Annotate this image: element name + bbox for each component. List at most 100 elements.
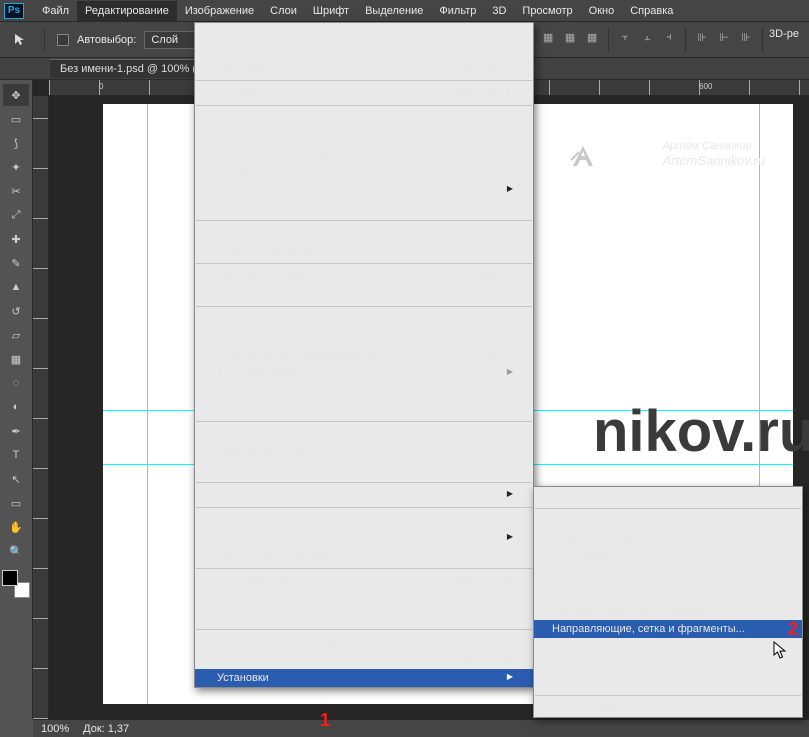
menu-item[interactable]: Прозрачность и цветовой охват... xyxy=(534,584,802,602)
submenu-arrow-icon: ▶ xyxy=(507,532,513,544)
zoom-level[interactable]: 100% xyxy=(41,723,69,735)
brush-tool[interactable]: ✎ xyxy=(3,252,29,274)
align-icon[interactable]: ⫟ xyxy=(615,28,635,48)
menu-item[interactable]: Настройка цветов...Shift+Ctrl+K xyxy=(195,572,533,590)
menu-item-label: Шаг назад xyxy=(217,62,270,74)
menu-item-label: Интерфейс... xyxy=(552,515,619,527)
crop-tool[interactable]: ✂ xyxy=(3,180,29,202)
menu-edit[interactable]: Редактирование xyxy=(77,1,177,21)
document-tab[interactable]: Без имени-1.psd @ 100% (R xyxy=(50,59,214,78)
menu-item-label: Настройка цветов... xyxy=(217,575,318,587)
menu-image[interactable]: Изображение xyxy=(177,1,262,21)
menu-window[interactable]: Окно xyxy=(581,1,623,21)
menu-item[interactable]: Установки▶ xyxy=(195,669,533,687)
submenu-arrow-icon: ▶ xyxy=(507,367,513,379)
align-icon[interactable]: ⫠ xyxy=(637,28,657,48)
path-tool[interactable]: ↖ xyxy=(3,468,29,490)
menu-item: Автоналожение слоев... xyxy=(195,400,533,418)
move-tool[interactable]: ✥ xyxy=(3,84,29,106)
menu-3d[interactable]: 3D xyxy=(484,1,514,21)
menu-item-label: Трансформирование xyxy=(217,367,324,379)
menu-item[interactable]: Удалить из памяти▶ xyxy=(195,486,533,504)
hand-tool[interactable]: ✋ xyxy=(3,516,29,538)
gradient-tool[interactable]: ▦ xyxy=(3,348,29,370)
menu-item-label: Проверка орфографии... xyxy=(217,227,343,239)
menu-item[interactable]: Повторить: Удалить направляющиеCtrl+Z xyxy=(195,23,533,41)
autoselect-dropdown[interactable]: Слой xyxy=(144,31,195,49)
align-icon[interactable]: ⫞ xyxy=(659,28,679,48)
menu-item[interactable]: Клавиатурные сокращения...Alt+Shift+Ctrl… xyxy=(195,633,533,651)
dodge-tool[interactable]: ◐ xyxy=(3,396,29,418)
menu-item-label: Выполнить обводку... xyxy=(217,288,325,300)
menu-item-shortcut: Shift+Ctrl+C xyxy=(453,148,513,160)
menu-item[interactable]: Наборы▶ xyxy=(195,529,533,547)
type-tool[interactable]: T xyxy=(3,444,29,466)
menu-item-label: Повторить: Удалить направляющие xyxy=(217,26,400,38)
menu-item-label: 3D... xyxy=(552,677,575,689)
menu-file[interactable]: Файл xyxy=(34,1,77,21)
ruler-vertical[interactable] xyxy=(33,96,49,719)
align-icon[interactable]: ⊪ xyxy=(736,28,756,48)
menu-item[interactable]: Выполнить заливку...Shift+F5 xyxy=(195,267,533,285)
menu-item: Трансформирование ▶ xyxy=(195,364,533,382)
marquee-tool[interactable]: ▭ xyxy=(3,108,29,130)
menu-item[interactable]: Меню...Alt+Shift+Ctrl+M xyxy=(195,651,533,669)
align-icon[interactable]: ⊩ xyxy=(714,28,734,48)
eyedropper-tool[interactable]: ⤢ xyxy=(3,204,29,226)
menu-help[interactable]: Справка xyxy=(622,1,681,21)
menu-type[interactable]: Шрифт xyxy=(305,1,357,21)
menu-item-shortcut: Ctrl+X xyxy=(482,112,513,124)
menu-item: Очистить xyxy=(195,199,533,217)
menu-item[interactable]: Интерфейс... xyxy=(534,512,802,530)
menu-filter[interactable]: Фильтр xyxy=(431,1,484,21)
menu-item-shortcut: Shift+Ctrl+Z xyxy=(454,44,513,56)
menu-item[interactable]: Наборы параметров Adobe PDF... xyxy=(195,511,533,529)
menu-item[interactable]: Шаг назадAlt+Ctrl+Z xyxy=(195,59,533,77)
align-icon[interactable]: ▦ xyxy=(560,28,580,48)
preferences-submenu: Основные...Ctrl+K Интерфейс... Обработка ф… xyxy=(533,486,803,718)
menu-select[interactable]: Выделение xyxy=(357,1,431,21)
menu-view[interactable]: Просмотр xyxy=(514,1,580,21)
pen-tool[interactable]: ✒ xyxy=(3,420,29,442)
menu-item[interactable]: Шаг впередShift+Ctrl+Z xyxy=(195,41,533,59)
menu-item[interactable]: Специальная вставка▶ xyxy=(195,181,533,199)
history-brush-tool[interactable]: ↺ xyxy=(3,300,29,322)
healing-tool[interactable]: ✚ xyxy=(3,228,29,250)
menu-item[interactable]: Производительность... xyxy=(534,548,802,566)
shape-tool[interactable]: ▭ xyxy=(3,492,29,514)
menu-item: Выполнить обводку... xyxy=(195,285,533,303)
menu-item[interactable]: Внешние модули... xyxy=(534,638,802,656)
watermark-line2: ArtemSannikov.ru xyxy=(663,153,765,169)
color-swatches[interactable] xyxy=(2,570,30,598)
menu-item[interactable]: Преобразовать в профиль... xyxy=(195,608,533,626)
menu-item[interactable]: Единицы измерения и линейки... xyxy=(534,602,802,620)
menu-item-label: Скопировать совмещенные данные xyxy=(217,148,400,160)
wand-tool[interactable]: ✦ xyxy=(3,156,29,178)
menu-item[interactable]: Назначить профиль... xyxy=(195,590,533,608)
menu-item[interactable]: Обработка файлов... xyxy=(534,530,802,548)
align-icon[interactable]: ▦ xyxy=(582,28,602,48)
guide-vertical[interactable] xyxy=(147,104,148,704)
blur-tool[interactable]: ◌ xyxy=(3,372,29,394)
menu-item[interactable]: Camera Raw... xyxy=(534,699,802,717)
menu-item: Скопировать совмещенные данные Shift+Ctrl… xyxy=(195,145,533,163)
tools-panel: ✥ ▭ ⟆ ✦ ✂ ⤢ ✚ ✎ ▲ ↺ ▱ ▦ ◌ ◐ ✒ T ↖ ▭ ✋ 🔍 xyxy=(0,80,33,719)
menu-item[interactable]: Основные...Ctrl+K xyxy=(534,487,802,505)
menu-item[interactable]: Удаленные соединения... xyxy=(195,547,533,565)
menu-item[interactable]: Курсоры... xyxy=(534,566,802,584)
align-icon[interactable]: ▦ xyxy=(538,28,558,48)
menu-item-label: Масштаб с учетом содержимого xyxy=(217,313,382,325)
menu-item[interactable]: 3D... xyxy=(534,674,802,692)
menu-item[interactable]: Направляющие, сетка и фрагменты... xyxy=(534,620,802,638)
menu-item-shortcut: Ctrl+V xyxy=(482,166,513,178)
zoom-tool[interactable]: 🔍 xyxy=(3,540,29,562)
menu-item[interactable]: ВставитьCtrl+V xyxy=(195,163,533,181)
stamp-tool[interactable]: ▲ xyxy=(3,276,29,298)
eraser-tool[interactable]: ▱ xyxy=(3,324,29,346)
autoselect-checkbox[interactable] xyxy=(57,34,69,46)
align-icon[interactable]: ⊪ xyxy=(692,28,712,48)
annotation-1: 1 xyxy=(320,710,330,731)
menu-item[interactable]: Шрифты... xyxy=(534,656,802,674)
lasso-tool[interactable]: ⟆ xyxy=(3,132,29,154)
menu-layers[interactable]: Слои xyxy=(262,1,305,21)
